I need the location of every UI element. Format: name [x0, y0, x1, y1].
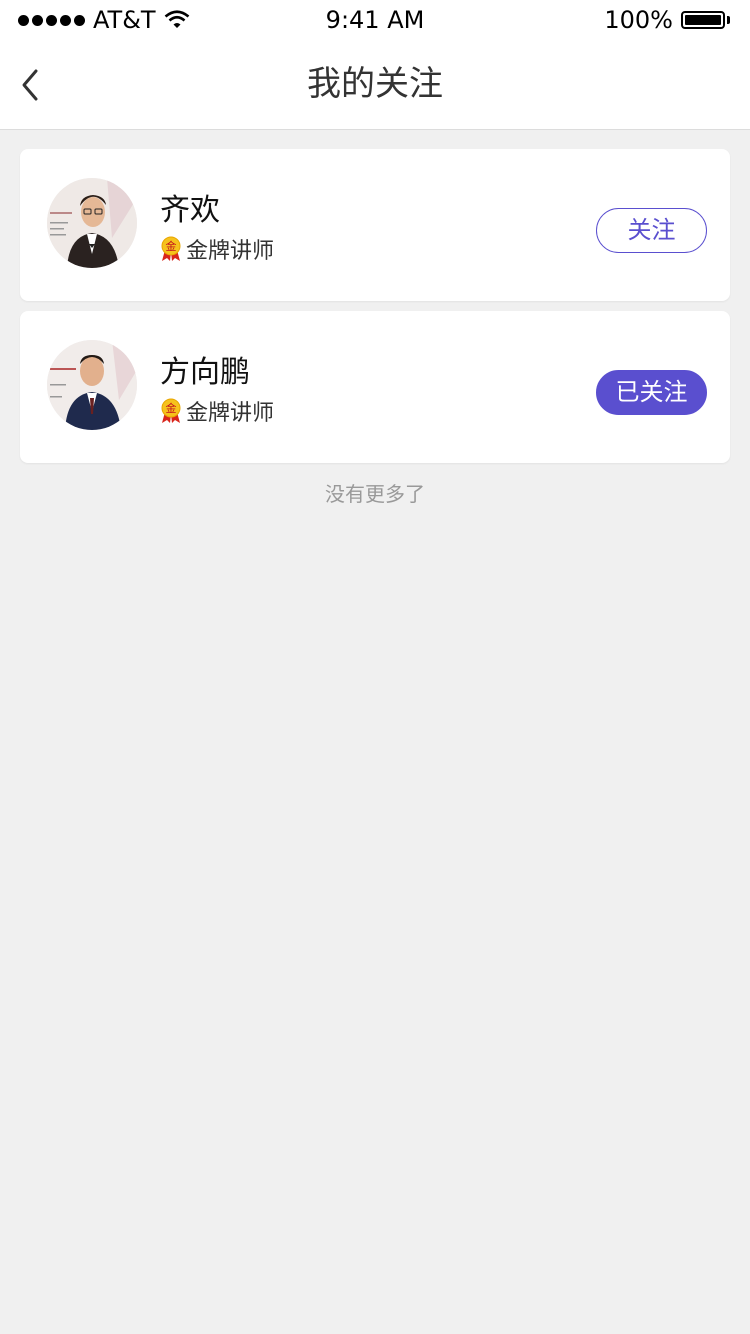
teacher-name: 齐欢 [160, 193, 220, 228]
gold-medal-icon: 金 [161, 398, 181, 423]
avatar[interactable] [47, 178, 137, 268]
status-right: 100% [604, 5, 730, 35]
battery-icon [681, 11, 725, 29]
medal-text: 金 [166, 401, 177, 415]
teacher-title-row: 金 金牌讲师 [160, 233, 274, 265]
gold-medal-icon: 金 [161, 236, 181, 261]
battery-percentage: 100% [604, 6, 673, 34]
teacher-card[interactable]: 方向鹏 金 金牌讲师 已关注 [20, 311, 730, 463]
teacher-title: 金牌讲师 [186, 401, 275, 426]
nav-bar: 我的关注 [0, 40, 750, 130]
no-more-label: 没有更多了 [325, 482, 425, 506]
status-bar: AT&T 9:41 AM 100% [0, 0, 750, 40]
teacher-title-row: 金 金牌讲师 [160, 395, 274, 427]
battery-tip [727, 16, 730, 24]
avatar[interactable] [47, 340, 137, 430]
page-title: 我的关注 [307, 64, 443, 104]
teacher-title: 金牌讲师 [186, 239, 275, 264]
medal-text: 金 [166, 239, 177, 253]
following-list: 齐欢 金 金牌讲师 关注 方向鹏 金 金牌讲师 已关注 [20, 149, 730, 473]
teacher-card[interactable]: 齐欢 金 金牌讲师 关注 [20, 149, 730, 301]
teacher-name: 方向鹏 [160, 355, 250, 390]
following-button[interactable]: 已关注 [596, 370, 707, 415]
follow-button[interactable]: 关注 [596, 208, 707, 253]
